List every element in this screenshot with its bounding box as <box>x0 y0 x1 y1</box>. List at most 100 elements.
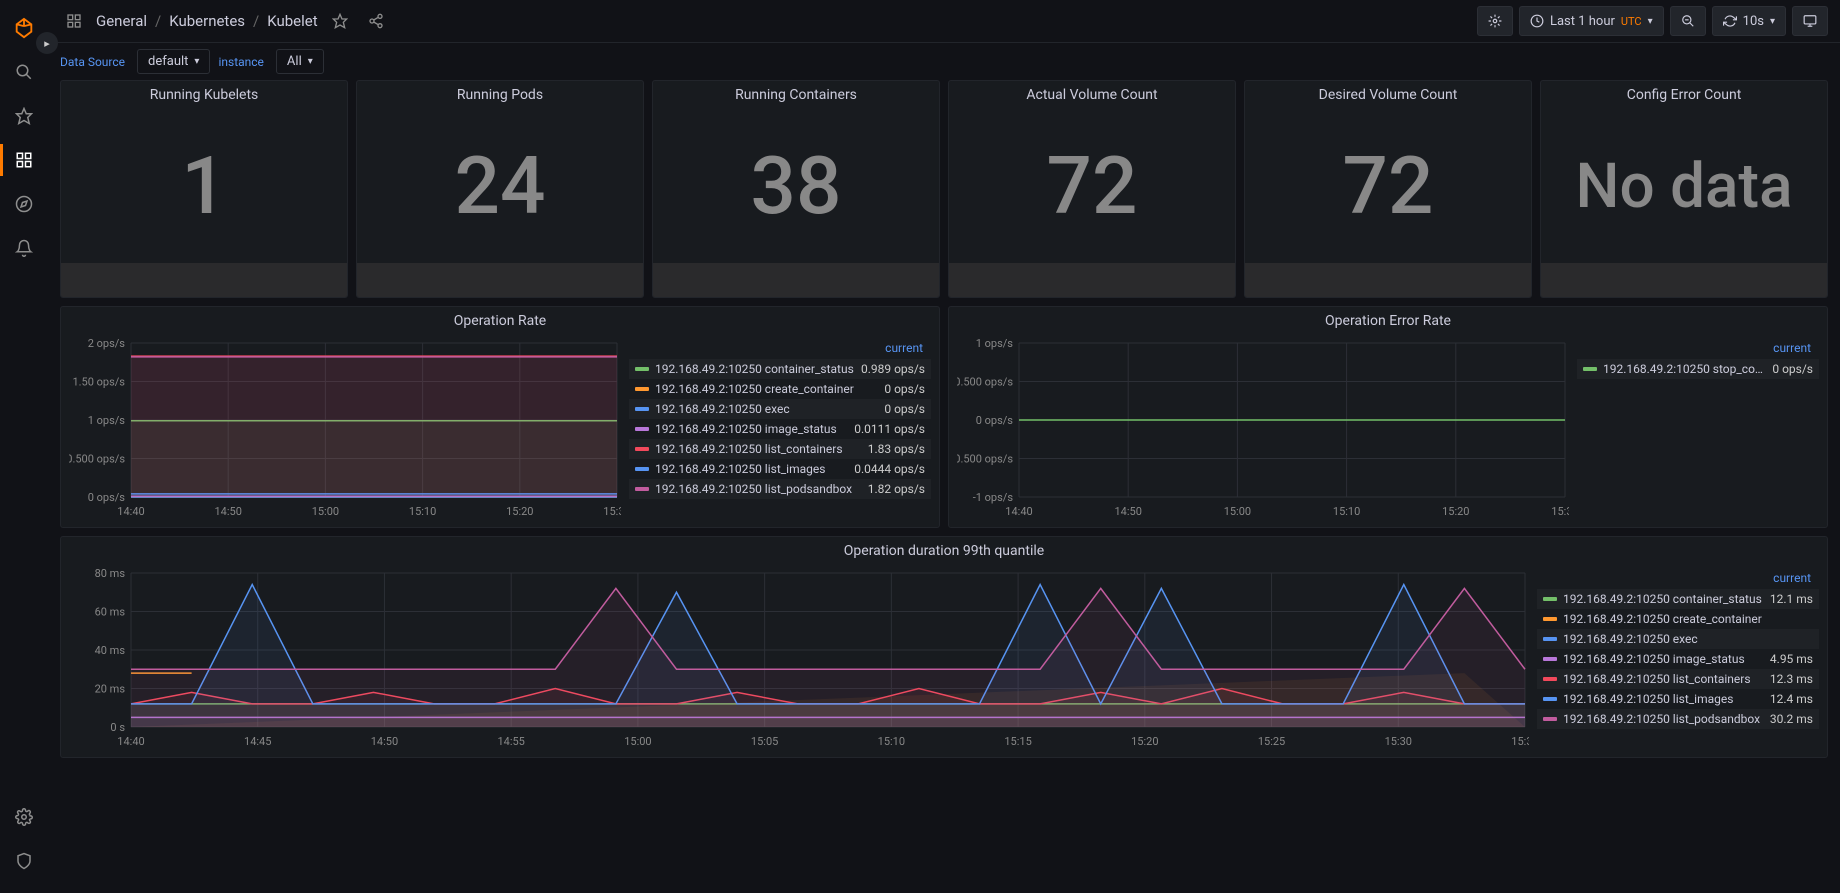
legend-item[interactable]: 192.168.49.2:10250 list_images 0.0444 op… <box>629 459 931 479</box>
legend-item[interactable]: 192.168.49.2:10250 list_podsandbox 30.2 … <box>1537 709 1819 729</box>
svg-text:2 ops/s: 2 ops/s <box>88 339 126 350</box>
legend-item[interactable]: 192.168.49.2:10250 create_container <box>1537 609 1819 629</box>
breadcrumb: General / Kubernetes / Kubelet <box>96 12 318 30</box>
svg-text:-1 ops/s: -1 ops/s <box>973 491 1014 504</box>
legend-value: 30.2 ms <box>1770 712 1813 726</box>
search-icon[interactable] <box>4 52 44 92</box>
stat-bar <box>653 263 939 297</box>
legend-label: 192.168.49.2:10250 list_podsandbox <box>655 482 862 496</box>
legend-header: current <box>1537 569 1819 589</box>
stat-bar <box>1245 263 1531 297</box>
stat-value: 72 <box>1245 109 1531 263</box>
stat-panel[interactable]: Running Pods 24 <box>356 80 644 298</box>
legend-value: 1.83 ops/s <box>868 442 925 456</box>
svg-text:0 s: 0 s <box>110 721 125 734</box>
legend-label: 192.168.49.2:10250 image_status <box>1563 652 1764 666</box>
legend-item[interactable]: 192.168.49.2:10250 list_images 12.4 ms <box>1537 689 1819 709</box>
svg-text:20 ms: 20 ms <box>95 683 126 696</box>
refresh-button[interactable]: 10s ▾ <box>1712 6 1786 36</box>
panel-operation-error-rate[interactable]: Operation Error Rate -1 ops/s-0.500 ops/… <box>948 306 1828 528</box>
star-outline-icon[interactable] <box>326 7 354 35</box>
stat-panel[interactable]: Running Kubelets 1 <box>60 80 348 298</box>
panel-operation-rate[interactable]: Operation Rate 0 ops/s0.500 ops/s1 ops/s… <box>60 306 940 528</box>
legend-value: 1.82 ops/s <box>868 482 925 496</box>
svg-text:14:50: 14:50 <box>371 735 398 748</box>
stat-bar <box>1541 263 1827 297</box>
legend-label: 192.168.49.2:10250 create_container <box>1563 612 1807 626</box>
svg-text:15:00: 15:00 <box>312 505 339 518</box>
legend-swatch <box>1543 597 1557 601</box>
legend-item[interactable]: 192.168.49.2:10250 create_container 0 op… <box>629 379 931 399</box>
svg-text:14:50: 14:50 <box>214 505 241 518</box>
legend-label: 192.168.49.2:10250 list_images <box>1563 692 1764 706</box>
settings-icon[interactable] <box>4 797 44 837</box>
stat-panel[interactable]: Desired Volume Count 72 <box>1244 80 1532 298</box>
legend-value: 12.3 ms <box>1770 672 1813 686</box>
breadcrumb-root[interactable]: General <box>96 12 147 30</box>
stat-title: Running Containers <box>653 81 939 109</box>
svg-text:15:10: 15:10 <box>1333 505 1360 518</box>
legend-item[interactable]: 192.168.49.2:10250 exec 0 ops/s <box>629 399 931 419</box>
legend-label: 192.168.49.2:10250 container_status <box>1563 592 1764 606</box>
svg-text:15:30: 15:30 <box>603 505 621 518</box>
legend-item[interactable]: 192.168.49.2:10250 container_status 0.98… <box>629 359 931 379</box>
explore-icon[interactable] <box>4 184 44 224</box>
legend-item[interactable]: 192.168.49.2:10250 image_status 4.95 ms <box>1537 649 1819 669</box>
legend-value: 0.0444 ops/s <box>854 462 925 476</box>
breadcrumb-folder[interactable]: Kubernetes <box>169 12 245 30</box>
var-datasource-select[interactable]: default▾ <box>137 49 210 74</box>
legend-swatch <box>1543 717 1557 721</box>
share-icon[interactable] <box>362 7 390 35</box>
stat-panel[interactable]: Running Containers 38 <box>652 80 940 298</box>
panel-title: Operation duration 99th quantile <box>61 537 1827 565</box>
svg-text:60 ms: 60 ms <box>95 606 126 619</box>
legend-item[interactable]: 192.168.49.2:10250 list_podsandbox 1.82 … <box>629 479 931 499</box>
stat-bar <box>949 263 1235 297</box>
svg-text:15:20: 15:20 <box>1131 735 1158 748</box>
breadcrumb-page[interactable]: Kubelet <box>267 12 317 30</box>
svg-text:15:35: 15:35 <box>1511 735 1529 748</box>
panel-grid-icon[interactable] <box>60 7 88 35</box>
zoom-out-button[interactable] <box>1670 6 1706 36</box>
star-icon[interactable] <box>4 96 44 136</box>
legend-item[interactable]: 192.168.49.2:10250 list_containers 12.3 … <box>1537 669 1819 689</box>
legend-label: 192.168.49.2:10250 exec <box>1563 632 1807 646</box>
svg-text:0.500 ops/s: 0.500 ops/s <box>69 453 125 466</box>
stat-panel[interactable]: Actual Volume Count 72 <box>948 80 1236 298</box>
dashboard-settings-button[interactable] <box>1477 6 1513 36</box>
legend-swatch <box>635 387 649 391</box>
svg-text:15:10: 15:10 <box>409 505 436 518</box>
dashboards-icon[interactable] <box>4 140 44 180</box>
legend-label: 192.168.49.2:10250 list_images <box>655 462 848 476</box>
panel-operation-duration[interactable]: Operation duration 99th quantile 0 s 20 m… <box>60 536 1828 758</box>
legend-header: current <box>1577 339 1819 359</box>
time-picker-button[interactable]: Last 1 hour UTC ▾ <box>1519 6 1664 36</box>
svg-text:15:05: 15:05 <box>751 735 778 748</box>
legend-label: 192.168.49.2:10250 exec <box>655 402 878 416</box>
shield-icon[interactable] <box>4 841 44 881</box>
stat-value: 38 <box>653 109 939 263</box>
var-instance-select[interactable]: All▾ <box>276 49 324 74</box>
legend-swatch <box>635 367 649 371</box>
svg-text:14:40: 14:40 <box>117 505 144 518</box>
alerting-icon[interactable] <box>4 228 44 268</box>
legend-label: 192.168.49.2:10250 container_status <box>655 362 855 376</box>
legend-label: 192.168.49.2:10250 list_containers <box>655 442 862 456</box>
legend-label: 192.168.49.2:10250 stop_container <box>1603 362 1766 376</box>
legend-item[interactable]: 192.168.49.2:10250 container_status 12.1… <box>1537 589 1819 609</box>
sidebar-expand-button[interactable]: ▸ <box>36 32 58 54</box>
svg-text:0 ops/s: 0 ops/s <box>88 491 126 504</box>
legend-item[interactable]: 192.168.49.2:10250 stop_container 0 ops/… <box>1577 359 1819 379</box>
legend-label: 192.168.49.2:10250 list_containers <box>1563 672 1764 686</box>
svg-text:15:00: 15:00 <box>624 735 651 748</box>
stat-panel[interactable]: Config Error Count No data <box>1540 80 1828 298</box>
time-range-label: Last 1 hour <box>1550 14 1615 29</box>
panel-title: Operation Rate <box>61 307 939 335</box>
legend-swatch <box>635 447 649 451</box>
svg-text:14:40: 14:40 <box>1005 505 1032 518</box>
legend-item[interactable]: 192.168.49.2:10250 exec <box>1537 629 1819 649</box>
legend-item[interactable]: 192.168.49.2:10250 image_status 0.0111 o… <box>629 419 931 439</box>
legend-item[interactable]: 192.168.49.2:10250 list_containers 1.83 … <box>629 439 931 459</box>
legend-swatch <box>1543 677 1557 681</box>
kiosk-button[interactable] <box>1792 6 1828 36</box>
